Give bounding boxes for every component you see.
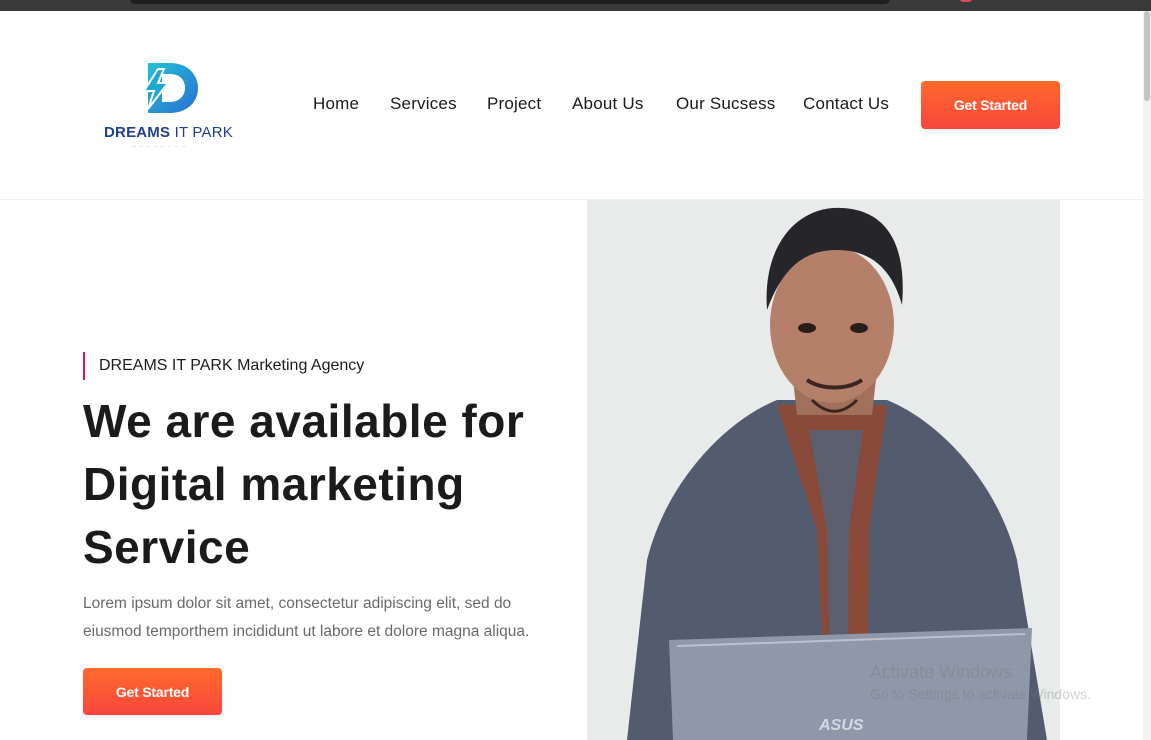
scrollbar-thumb[interactable] — [1144, 11, 1150, 101]
windows-activation-watermark: Activate Windows Go to Settings to activ… — [870, 662, 1091, 702]
hero-title: We are available for Digital marketing S… — [83, 395, 525, 573]
nav-contact-us[interactable]: Contact Us — [803, 94, 889, 114]
browser-top-bar — [0, 0, 1151, 11]
address-bar[interactable] — [130, 0, 890, 4]
hero-description: Lorem ipsum dolor sit amet, consectetur … — [83, 595, 530, 640]
brand-name-rest: IT PARK — [170, 124, 233, 141]
nav-home[interactable]: Home — [313, 94, 359, 114]
nav-about-us[interactable]: About Us — [572, 94, 644, 114]
recording-indicator — [960, 0, 972, 2]
brand-name: DREAMS IT PARK — [104, 124, 233, 141]
site-header: DREAMS IT PARK — — — — — — — — Home Serv… — [0, 11, 1143, 200]
nav-our-sucsess[interactable]: Our Sucsess — [676, 94, 776, 114]
hero-get-started-button[interactable]: Get Started — [83, 668, 222, 715]
header-get-started-button[interactable]: Get Started — [921, 81, 1060, 129]
nav-services[interactable]: Services — [390, 94, 457, 114]
portrait-illustration: ASUS — [587, 200, 1060, 740]
nav-project[interactable]: Project — [487, 94, 541, 114]
brand-tagline: — — — — — — — — — [132, 143, 187, 148]
laptop-logo: ASUS — [818, 717, 864, 734]
site-logo[interactable]: DREAMS IT PARK — — — — — — — — — [104, 61, 244, 153]
watermark-line1: Activate Windows — [870, 662, 1013, 682]
watermark-line2: Go to Settings to activate Windows. — [870, 686, 1091, 702]
logo-d-icon — [142, 63, 198, 113]
brand-name-bold: DREAMS — [104, 124, 171, 141]
hero-eyebrow: DREAMS IT PARK Marketing Agency — [83, 352, 364, 380]
hero-portrait-photo: ASUS — [587, 200, 1060, 740]
page-scrollbar[interactable] — [1143, 11, 1151, 740]
